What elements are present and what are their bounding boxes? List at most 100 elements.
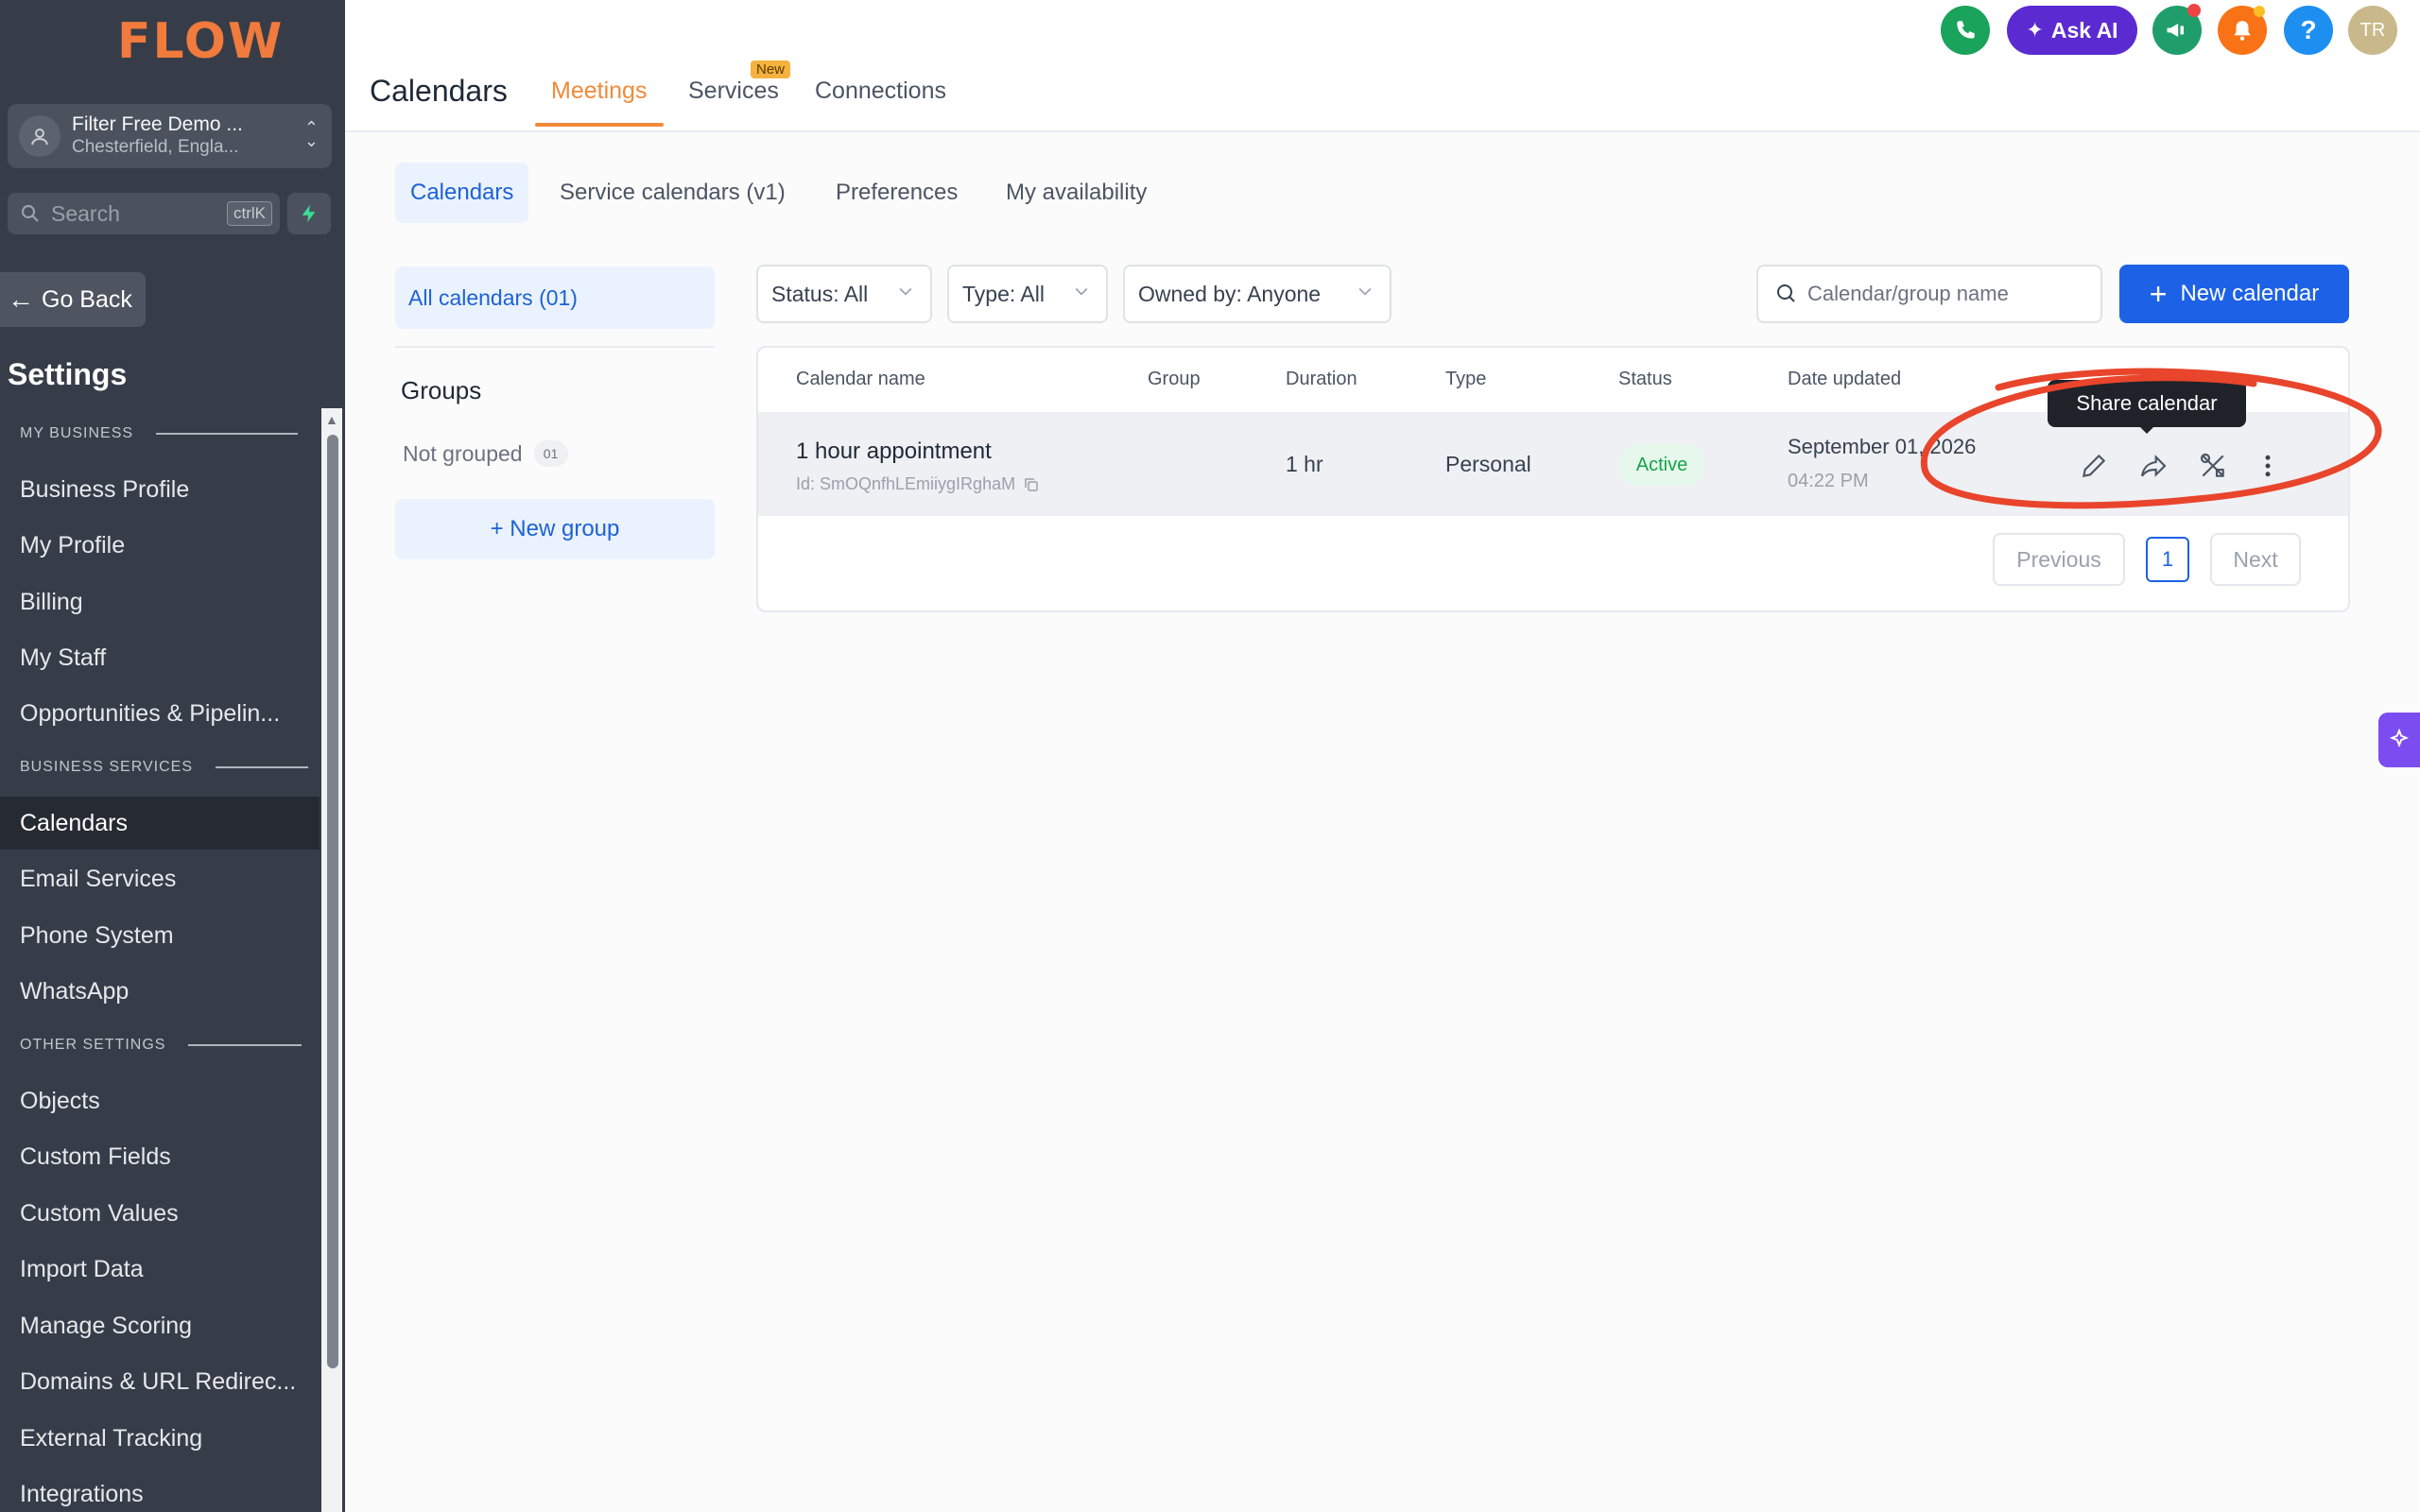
chevron-down-icon [1075, 287, 1088, 296]
more-options-button[interactable] [2250, 448, 2286, 484]
column-header-duration: Duration [1286, 369, 1357, 389]
notification-dot-2 [2254, 6, 2265, 17]
status-filter-label: Status: All [771, 281, 869, 306]
divider [395, 346, 715, 348]
plus-icon: + [2149, 276, 2168, 311]
phone-icon [1957, 21, 1975, 39]
sidebar-item-objects[interactable]: Objects [0, 1074, 320, 1127]
column-header-group: Group [1148, 369, 1201, 389]
not-grouped-item[interactable]: Not grouped 01 [403, 440, 568, 467]
type-filter-label: Type: All [962, 281, 1045, 306]
subtab-my-availability[interactable]: My availability [991, 163, 1162, 223]
sidebar-item-my-profile[interactable]: My Profile [0, 519, 320, 572]
calendar-name[interactable]: 1 hour appointment [796, 438, 992, 465]
search-shortcut: ctrlK [227, 201, 272, 226]
sidebar-scroll-thumb[interactable] [327, 435, 338, 1368]
sidebar-item-opportunities[interactable]: Opportunities & Pipelin... [0, 687, 320, 740]
ai-assistant-tab[interactable] [2378, 713, 2420, 767]
sidebar-item-email-services[interactable]: Email Services [0, 852, 320, 905]
column-header-name: Calendar name [796, 369, 925, 389]
date-updated: September 01, 2026 [1788, 435, 1977, 458]
arrow-left-icon: ← [8, 284, 34, 314]
calendar-id: Id: SmOQnfhLEmiiygIRghaM [796, 474, 1040, 494]
calendar-duration: 1 hr [1286, 452, 1323, 476]
copy-icon[interactable] [1023, 476, 1040, 493]
calendar-type: Personal [1445, 452, 1531, 476]
tab-meetings[interactable]: Meetings [551, 77, 647, 105]
sparkle-icon: ✦ [2026, 18, 2044, 42]
help-button[interactable]: ? [2284, 6, 2333, 55]
tooltip-arrow [2138, 425, 2155, 434]
page-number-button[interactable]: 1 [2146, 537, 2189, 582]
previous-page-button[interactable]: Previous [1993, 533, 2125, 586]
edit-calendar-button[interactable] [2076, 448, 2112, 484]
settings-title: Settings [8, 357, 128, 391]
phone-button[interactable] [1941, 6, 1990, 55]
share-calendar-button[interactable] [2135, 448, 2171, 484]
sidebar-item-integrations[interactable]: Integrations [0, 1468, 320, 1512]
owner-filter[interactable]: Owned by: Anyone [1123, 265, 1392, 323]
sidebar: FLOW Filter Free Demo ... Chesterfield, … [0, 0, 345, 1512]
go-back-label: Go Back [42, 285, 132, 313]
sidebar-item-import-data[interactable]: Import Data [0, 1243, 320, 1296]
next-page-button[interactable]: Next [2210, 533, 2301, 586]
search-placeholder: Search [51, 200, 120, 226]
not-grouped-count: 01 [533, 440, 568, 467]
tab-connections[interactable]: Connections [815, 77, 946, 105]
ask-ai-label: Ask AI [2050, 17, 2118, 43]
sidebar-item-custom-fields[interactable]: Custom Fields [0, 1130, 320, 1183]
new-calendar-label: New calendar [2180, 281, 2320, 306]
groups-heading: Groups [401, 376, 482, 404]
calendar-search-input[interactable]: Calendar/group name [1756, 265, 2102, 323]
account-location: Chesterfield, Engla... [72, 137, 239, 157]
sidebar-item-external-tracking[interactable]: External Tracking [0, 1412, 320, 1465]
account-switcher[interactable]: Filter Free Demo ... Chesterfield, Engla… [8, 104, 332, 168]
pencil-icon [2082, 454, 2106, 478]
sidebar-item-my-staff[interactable]: My Staff [0, 631, 320, 684]
flow-logo[interactable]: FLOW [117, 13, 282, 81]
notification-dot [2187, 4, 2201, 17]
new-badge: New [751, 60, 791, 78]
sparkle-edit-icon [2389, 728, 2410, 748]
subtab-calendars[interactable]: Calendars [395, 163, 529, 223]
kebab-menu-icon [2265, 455, 2271, 477]
sidebar-item-whatsapp[interactable]: WhatsApp [0, 965, 320, 1018]
calendar-settings-button[interactable] [2195, 448, 2231, 484]
subtab-preferences[interactable]: Preferences [821, 163, 973, 223]
tools-icon [2200, 453, 2224, 477]
user-avatar[interactable]: TR [2348, 6, 2397, 55]
search-icon [1777, 284, 1795, 302]
search-icon [21, 204, 39, 222]
sidebar-item-billing[interactable]: Billing [0, 576, 320, 628]
new-calendar-button[interactable]: + New calendar [2119, 265, 2349, 323]
column-header-type: Type [1445, 369, 1487, 389]
active-tab-underline [535, 123, 664, 127]
account-name: Filter Free Demo ... [72, 113, 243, 135]
sidebar-search[interactable]: Search ctrlK [8, 193, 280, 234]
chevron-updown-icon: ⌃ ⌄ [303, 118, 319, 150]
sidebar-item-manage-scoring[interactable]: Manage Scoring [0, 1299, 320, 1352]
section-business-services: BUSINESS SERVICES [20, 759, 308, 776]
time-updated: 04:22 PM [1788, 471, 1869, 491]
column-header-status: Status [1618, 369, 1672, 389]
owner-filter-label: Owned by: Anyone [1138, 281, 1322, 306]
logo-text: FLOW [117, 13, 285, 70]
sidebar-item-business-profile[interactable]: Business Profile [0, 463, 320, 516]
subtab-service-calendars[interactable]: Service calendars (v1) [544, 163, 801, 223]
sidebar-item-domains[interactable]: Domains & URL Redirec... [0, 1355, 320, 1408]
type-filter[interactable]: Type: All [947, 265, 1108, 323]
go-back-button[interactable]: ← Go Back [0, 272, 146, 327]
tab-services[interactable]: Services [688, 77, 779, 105]
status-filter[interactable]: Status: All [756, 265, 932, 323]
quick-action-button[interactable] [287, 193, 331, 234]
all-calendars-item[interactable]: All calendars (01) [395, 266, 715, 329]
scroll-up-arrow-icon[interactable]: ▲ [325, 412, 338, 427]
not-grouped-label: Not grouped [403, 440, 523, 466]
ask-ai-button[interactable]: ✦ Ask AI [2007, 6, 2137, 55]
sidebar-item-phone-system[interactable]: Phone System [0, 909, 320, 962]
sidebar-item-calendars[interactable]: Calendars [0, 797, 320, 850]
calendar-search-placeholder: Calendar/group name [1807, 282, 2009, 305]
bell-icon [2234, 21, 2251, 41]
new-group-button[interactable]: + New group [395, 499, 715, 559]
sidebar-item-custom-values[interactable]: Custom Values [0, 1187, 320, 1240]
